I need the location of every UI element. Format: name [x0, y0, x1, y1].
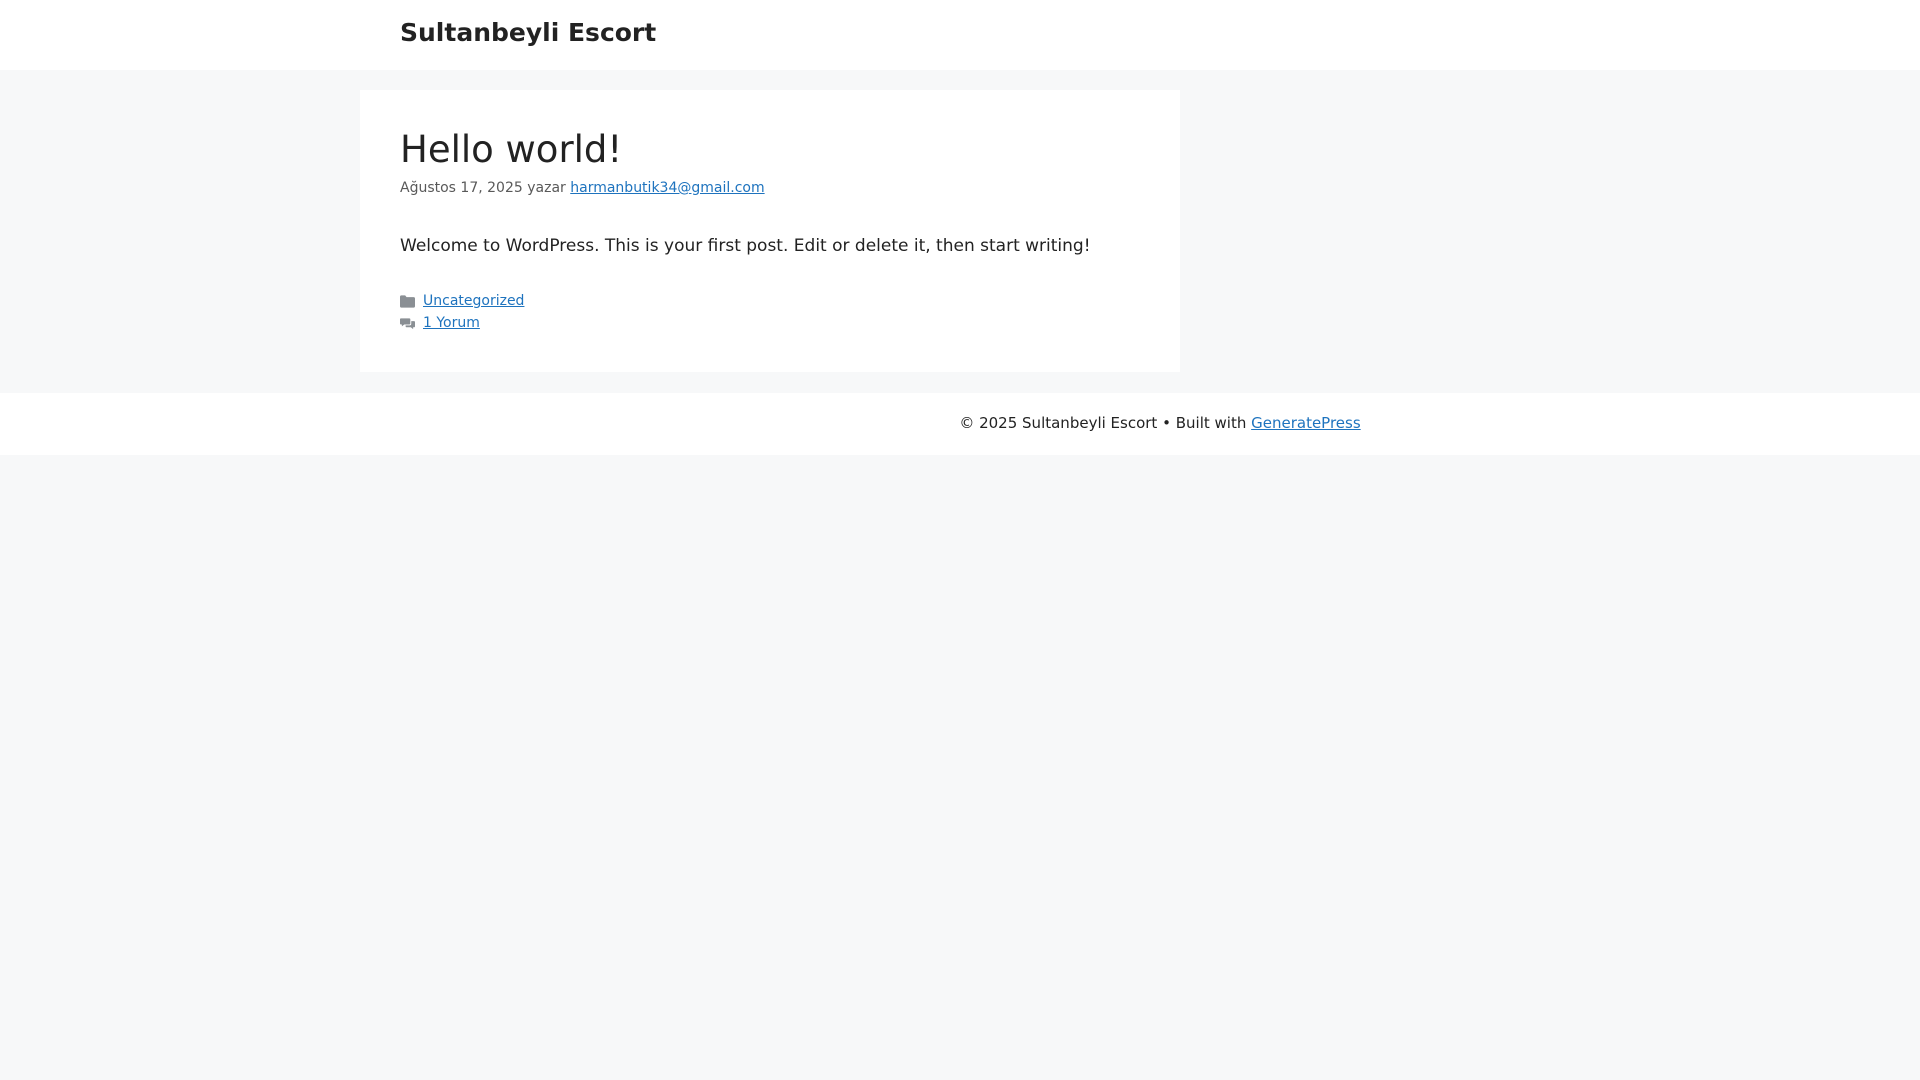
site-title-link[interactable]: Sultanbeyli Escort [400, 18, 656, 47]
footer-credits: © 2025 Sultanbeyli Escort • Built with G… [0, 414, 1920, 432]
footer-copyright: © 2025 Sultanbeyli Escort [959, 414, 1158, 432]
post-author-link[interactable]: harmanbutik34@gmail.com [570, 180, 764, 196]
post-footer-meta: Uncategorized 1 Yorum [400, 290, 524, 334]
category-row: Uncategorized [400, 290, 524, 312]
footer-separator: • [1162, 414, 1171, 432]
post-by-label: yazar [527, 180, 566, 196]
comments-icon [400, 317, 415, 329]
comments-row: 1 Yorum [400, 312, 524, 334]
post-meta: Ağustos 17, 2025 yazar harmanbutik34@gma… [400, 180, 765, 196]
post-card: Hello world! Ağustos 17, 2025 yazar harm… [360, 90, 1180, 372]
site-header: Sultanbeyli Escort [0, 0, 1920, 70]
post-date: Ağustos 17, 2025 [400, 180, 523, 196]
post-title: Hello world! [400, 128, 623, 171]
folder-icon [400, 294, 415, 308]
generatepress-link[interactable]: GeneratePress [1251, 414, 1361, 432]
category-link[interactable]: Uncategorized [423, 290, 524, 312]
footer-built-with: Built with [1175, 414, 1247, 432]
site-footer: © 2025 Sultanbeyli Escort • Built with G… [0, 393, 1920, 455]
post-content: Welcome to WordPress. This is your first… [400, 236, 1091, 256]
comments-link[interactable]: 1 Yorum [423, 312, 480, 334]
